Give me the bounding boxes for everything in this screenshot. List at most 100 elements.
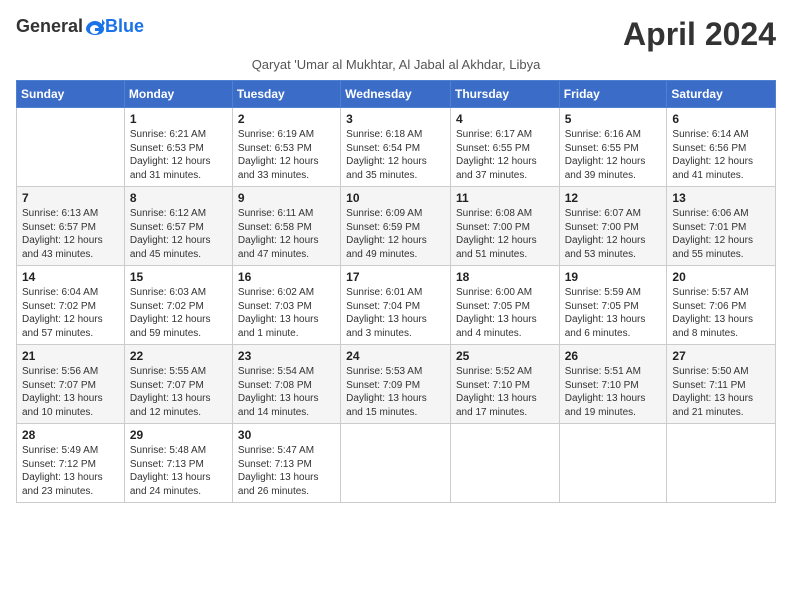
calendar-cell: 22 Sunrise: 5:55 AMSunset: 7:07 PMDayligh…: [124, 345, 232, 424]
day-info: Sunrise: 6:03 AMSunset: 7:02 PMDaylight:…: [130, 286, 227, 340]
calendar-week-row: 14 Sunrise: 6:04 AMSunset: 7:02 PMDayligh…: [17, 266, 776, 345]
day-info: Sunrise: 6:01 AMSunset: 7:04 PMDaylight:…: [346, 286, 445, 340]
column-header-tuesday: Tuesday: [232, 81, 340, 108]
calendar-cell: [341, 424, 451, 503]
day-number: 10: [346, 191, 445, 205]
calendar-cell: [450, 424, 559, 503]
day-number: 12: [565, 191, 662, 205]
calendar-week-row: 1 Sunrise: 6:21 AMSunset: 6:53 PMDaylight…: [17, 108, 776, 187]
day-info: Sunrise: 5:54 AMSunset: 7:08 PMDaylight:…: [238, 365, 335, 419]
day-info: Sunrise: 6:04 AMSunset: 7:02 PMDaylight:…: [22, 286, 119, 340]
calendar-cell: 24 Sunrise: 5:53 AMSunset: 7:09 PMDayligh…: [341, 345, 451, 424]
calendar-cell: 1 Sunrise: 6:21 AMSunset: 6:53 PMDaylight…: [124, 108, 232, 187]
calendar-table: SundayMondayTuesdayWednesdayThursdayFrid…: [16, 80, 776, 503]
day-info: Sunrise: 6:16 AMSunset: 6:55 PMDaylight:…: [565, 128, 662, 182]
day-number: 22: [130, 349, 227, 363]
day-number: 8: [130, 191, 227, 205]
calendar-cell: 2Sunrise: 6:19 AMSunset: 6:53 PMDaylight…: [232, 108, 340, 187]
column-header-wednesday: Wednesday: [341, 81, 451, 108]
day-info: Sunrise: 6:06 AMSunset: 7:01 PMDaylight:…: [672, 207, 770, 261]
column-header-monday: Monday: [124, 81, 232, 108]
calendar-cell: 14 Sunrise: 6:04 AMSunset: 7:02 PMDayligh…: [17, 266, 125, 345]
day-info: Sunrise: 6:02 AMSunset: 7:03 PMDaylight:…: [238, 286, 335, 340]
day-info: Sunrise: 5:56 AMSunset: 7:07 PMDaylight:…: [22, 365, 119, 419]
day-number: 2: [238, 112, 335, 126]
logo-general-text: General: [16, 16, 83, 37]
day-number: 23: [238, 349, 335, 363]
day-info: Sunrise: 5:48 AMSunset: 7:13 PMDaylight:…: [130, 444, 227, 498]
day-number: 20: [672, 270, 770, 284]
calendar-cell: [559, 424, 667, 503]
day-info: Sunrise: 5:53 AMSunset: 7:09 PMDaylight:…: [346, 365, 445, 419]
calendar-week-row: 7Sunrise: 6:13 AMSunset: 6:57 PMDaylight…: [17, 187, 776, 266]
day-number: 11: [456, 191, 554, 205]
column-header-friday: Friday: [559, 81, 667, 108]
calendar-cell: [667, 424, 776, 503]
day-number: 29: [130, 428, 227, 442]
day-info: Sunrise: 5:59 AMSunset: 7:05 PMDaylight:…: [565, 286, 662, 340]
day-info: Sunrise: 6:14 AMSunset: 6:56 PMDaylight:…: [672, 128, 770, 182]
calendar-cell: 30Sunrise: 5:47 AMSunset: 7:13 PMDayligh…: [232, 424, 340, 503]
day-number: 30: [238, 428, 335, 442]
day-info: Sunrise: 5:50 AMSunset: 7:11 PMDaylight:…: [672, 365, 770, 419]
calendar-cell: 12 Sunrise: 6:07 AMSunset: 7:00 PMDayligh…: [559, 187, 667, 266]
day-number: 6: [672, 112, 770, 126]
calendar-cell: 8 Sunrise: 6:12 AMSunset: 6:57 PMDaylight…: [124, 187, 232, 266]
calendar-cell: 15 Sunrise: 6:03 AMSunset: 7:02 PMDayligh…: [124, 266, 232, 345]
day-number: 21: [22, 349, 119, 363]
day-info: Sunrise: 6:11 AMSunset: 6:58 PMDaylight:…: [238, 207, 335, 261]
calendar-cell: 23 Sunrise: 5:54 AMSunset: 7:08 PMDayligh…: [232, 345, 340, 424]
calendar-cell: 3 Sunrise: 6:18 AMSunset: 6:54 PMDaylight…: [341, 108, 451, 187]
day-info: Sunrise: 6:08 AMSunset: 7:00 PMDaylight:…: [456, 207, 554, 261]
day-info: Sunrise: 6:21 AMSunset: 6:53 PMDaylight:…: [130, 128, 227, 182]
calendar-cell: 18Sunrise: 6:00 AMSunset: 7:05 PMDayligh…: [450, 266, 559, 345]
day-info: Sunrise: 6:07 AMSunset: 7:00 PMDaylight:…: [565, 207, 662, 261]
logo: General Blue: [16, 16, 144, 37]
calendar-cell: 4Sunrise: 6:17 AMSunset: 6:55 PMDaylight…: [450, 108, 559, 187]
day-number: 19: [565, 270, 662, 284]
calendar-week-row: 21 Sunrise: 5:56 AMSunset: 7:07 PMDayligh…: [17, 345, 776, 424]
day-number: 15: [130, 270, 227, 284]
calendar-cell: 26 Sunrise: 5:51 AMSunset: 7:10 PMDayligh…: [559, 345, 667, 424]
day-info: Sunrise: 5:51 AMSunset: 7:10 PMDaylight:…: [565, 365, 662, 419]
day-info: Sunrise: 5:52 AMSunset: 7:10 PMDaylight:…: [456, 365, 554, 419]
day-number: 3: [346, 112, 445, 126]
calendar-cell: 21 Sunrise: 5:56 AMSunset: 7:07 PMDayligh…: [17, 345, 125, 424]
calendar-cell: 7Sunrise: 6:13 AMSunset: 6:57 PMDaylight…: [17, 187, 125, 266]
day-info: Sunrise: 5:55 AMSunset: 7:07 PMDaylight:…: [130, 365, 227, 419]
column-header-thursday: Thursday: [450, 81, 559, 108]
day-number: 5: [565, 112, 662, 126]
day-number: 14: [22, 270, 119, 284]
day-number: 25: [456, 349, 554, 363]
calendar-cell: 28 Sunrise: 5:49 AMSunset: 7:12 PMDayligh…: [17, 424, 125, 503]
calendar-cell: 25 Sunrise: 5:52 AMSunset: 7:10 PMDayligh…: [450, 345, 559, 424]
month-title: April 2024: [623, 16, 776, 53]
logo-icon: [85, 19, 105, 35]
calendar-cell: 16 Sunrise: 6:02 AMSunset: 7:03 PMDayligh…: [232, 266, 340, 345]
day-number: 16: [238, 270, 335, 284]
day-info: Sunrise: 6:12 AMSunset: 6:57 PMDaylight:…: [130, 207, 227, 261]
day-number: 7: [22, 191, 119, 205]
column-header-saturday: Saturday: [667, 81, 776, 108]
day-number: 24: [346, 349, 445, 363]
calendar-cell: 6 Sunrise: 6:14 AMSunset: 6:56 PMDaylight…: [667, 108, 776, 187]
day-number: 1: [130, 112, 227, 126]
day-info: Sunrise: 6:18 AMSunset: 6:54 PMDaylight:…: [346, 128, 445, 182]
calendar-cell: 5 Sunrise: 6:16 AMSunset: 6:55 PMDaylight…: [559, 108, 667, 187]
day-info: Sunrise: 5:49 AMSunset: 7:12 PMDaylight:…: [22, 444, 119, 498]
logo-blue-text: Blue: [105, 16, 144, 37]
calendar-cell: 20Sunrise: 5:57 AMSunset: 7:06 PMDayligh…: [667, 266, 776, 345]
day-number: 13: [672, 191, 770, 205]
location-subtitle: Qaryat 'Umar al Mukhtar, Al Jabal al Akh…: [16, 57, 776, 72]
day-number: 28: [22, 428, 119, 442]
day-number: 9: [238, 191, 335, 205]
day-number: 17: [346, 270, 445, 284]
day-number: 26: [565, 349, 662, 363]
calendar-cell: [17, 108, 125, 187]
day-number: 18: [456, 270, 554, 284]
calendar-cell: 29 Sunrise: 5:48 AMSunset: 7:13 PMDayligh…: [124, 424, 232, 503]
page-header: General Blue April 2024: [16, 16, 776, 53]
calendar-cell: 27 Sunrise: 5:50 AMSunset: 7:11 PMDayligh…: [667, 345, 776, 424]
day-number: 27: [672, 349, 770, 363]
calendar-header-row: SundayMondayTuesdayWednesdayThursdayFrid…: [17, 81, 776, 108]
